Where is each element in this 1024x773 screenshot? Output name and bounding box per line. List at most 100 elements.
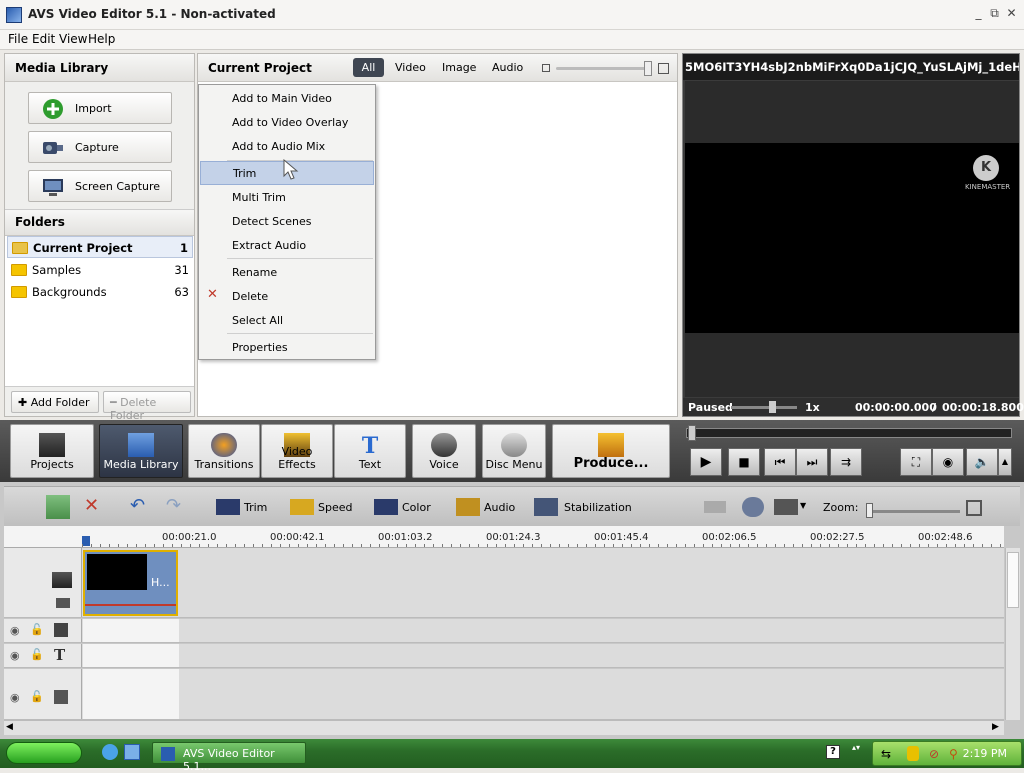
filter-image[interactable]: Image — [442, 61, 476, 74]
disc-menu-button[interactable]: Disc Menu — [482, 424, 546, 478]
main-video-track[interactable]: H... — [4, 548, 1004, 618]
filter-all[interactable]: All — [353, 58, 384, 77]
eye-icon[interactable]: ◉ — [10, 691, 20, 704]
menu-delete[interactable]: Delete — [200, 285, 374, 309]
media-library-button[interactable]: Media Library — [99, 424, 183, 478]
eye-icon[interactable]: ◉ — [10, 649, 20, 662]
next-frame-icon[interactable]: ⏭ — [796, 448, 828, 476]
tray-expand-icon[interactable]: ▴▾ — [852, 743, 860, 752]
snapshot-camera-icon[interactable]: ◉ — [932, 448, 964, 476]
fit-timeline-icon[interactable] — [966, 500, 982, 516]
stabilization-icon[interactable] — [534, 498, 558, 516]
large-thumb-icon[interactable] — [658, 63, 669, 74]
trim-icon[interactable] — [216, 499, 240, 515]
filter-audio[interactable]: Audio — [492, 61, 523, 74]
search-icon[interactable]: ⚲ — [949, 747, 958, 761]
speed-slider-handle[interactable] — [769, 401, 776, 413]
stop-icon[interactable]: ■ — [728, 448, 760, 476]
menu-view[interactable]: View — [59, 32, 87, 46]
add-folder-button[interactable]: ✚ Add Folder — [11, 391, 99, 413]
capture-button[interactable]: Capture — [28, 131, 172, 163]
show-desktop-icon[interactable] — [124, 744, 140, 760]
voice-button[interactable]: Voice — [412, 424, 476, 478]
display-icon[interactable] — [774, 499, 798, 515]
menu-add-to-main-video[interactable]: Add to Main Video — [200, 87, 374, 111]
start-button[interactable] — [6, 742, 82, 764]
menu-file[interactable]: File — [8, 32, 28, 46]
delete-folder-button[interactable]: ━ Delete Folder — [103, 391, 191, 422]
zoom-slider[interactable] — [866, 510, 960, 513]
trim-tool[interactable]: Trim — [244, 501, 267, 525]
folder-samples[interactable]: Samples 31 — [7, 259, 193, 281]
video-effects-button[interactable]: Video Effects — [261, 424, 333, 478]
redo-icon[interactable]: ↷ — [166, 495, 181, 519]
audio-track[interactable]: ◉ 🔓 — [4, 669, 1004, 720]
menu-select-all[interactable]: Select All — [200, 309, 374, 333]
transitions-button[interactable]: Transitions — [188, 424, 260, 478]
filter-video[interactable]: Video — [395, 61, 426, 74]
display-dropdown-icon[interactable]: ▼ — [800, 501, 806, 525]
folder-backgrounds[interactable]: Backgrounds 63 — [7, 281, 193, 303]
menu-rename[interactable]: Rename — [200, 261, 374, 285]
timeline-horizontal-scrollbar[interactable]: ◀ ▶ — [4, 720, 1004, 735]
text-button[interactable]: T Text — [334, 424, 406, 478]
storyboard-icon[interactable] — [704, 501, 726, 513]
menu-extract-audio[interactable]: Extract Audio — [200, 234, 374, 258]
audio-icon[interactable] — [456, 498, 480, 516]
video-clip[interactable]: H... — [83, 550, 178, 616]
text-track[interactable]: ◉ 🔓 T — [4, 644, 1004, 668]
timeline-ruler[interactable]: 00:00:21.0 00:00:42.1 00:01:03.2 00:01:2… — [82, 526, 1004, 548]
produce-button[interactable]: Produce... — [552, 424, 670, 478]
taskbar-avs-item[interactable]: AVS Video Editor 5.1... — [152, 742, 306, 773]
menu-multi-trim[interactable]: Multi Trim — [200, 186, 374, 210]
timeline-vertical-scrollbar[interactable] — [1005, 548, 1020, 720]
minimize-icon[interactable]: _ — [972, 7, 985, 20]
close-icon[interactable]: ✕ — [1005, 7, 1018, 20]
import-button[interactable]: Import — [28, 92, 172, 124]
vertical-scroll-thumb[interactable] — [1007, 552, 1019, 608]
menu-properties[interactable]: Properties — [200, 336, 374, 360]
menu-help[interactable]: Help — [88, 32, 115, 46]
color-tool[interactable]: Color — [402, 501, 431, 525]
small-thumb-icon[interactable] — [542, 64, 550, 72]
zoom-slider-handle[interactable] — [866, 503, 873, 518]
screen-capture-button[interactable]: Screen Capture — [28, 170, 172, 202]
menu-detect-scenes[interactable]: Detect Scenes — [200, 210, 374, 234]
scroll-left-icon[interactable]: ◀ — [6, 722, 13, 732]
thumbnail-size-slider[interactable] — [556, 67, 650, 70]
overlay-track[interactable]: ◉ 🔓 — [4, 619, 1004, 643]
undo-icon[interactable]: ↶ — [130, 495, 145, 519]
volume-dropdown-icon[interactable]: ▲ — [998, 448, 1012, 476]
speed-icon[interactable] — [290, 499, 314, 515]
speed-tool[interactable]: Speed — [318, 501, 352, 525]
volume-icon[interactable]: 🔈 — [966, 448, 998, 476]
slider-handle[interactable] — [644, 61, 652, 76]
folder-current-project[interactable]: Current Project 1 — [7, 236, 193, 258]
security-shield-icon[interactable] — [907, 746, 919, 761]
seek-handle[interactable] — [688, 425, 696, 441]
webcam-icon[interactable] — [742, 497, 764, 517]
lock-icon[interactable]: 🔓 — [30, 648, 44, 661]
audio-tool[interactable]: Audio — [484, 501, 515, 525]
internet-explorer-icon[interactable] — [102, 744, 118, 760]
split-clip-icon[interactable]: ⇉ — [830, 448, 862, 476]
seek-bar[interactable] — [686, 428, 1012, 438]
fullscreen-icon[interactable]: ⛶ — [900, 448, 932, 476]
menu-add-to-video-overlay[interactable]: Add to Video Overlay — [200, 111, 374, 135]
menu-edit[interactable]: Edit — [32, 32, 55, 46]
lock-icon[interactable]: 🔓 — [30, 623, 44, 636]
prev-frame-icon[interactable]: ⏮ — [764, 448, 796, 476]
projects-button[interactable]: Projects — [10, 424, 94, 478]
lock-icon[interactable]: 🔓 — [30, 690, 44, 703]
eye-icon[interactable]: ◉ — [10, 624, 20, 637]
stabilization-tool[interactable]: Stabilization — [564, 501, 632, 525]
play-icon[interactable]: ▶ — [690, 448, 722, 476]
network-icon[interactable]: ⇆ — [881, 747, 891, 761]
help-icon[interactable]: ? — [826, 745, 840, 759]
scroll-right-icon[interactable]: ▶ — [992, 722, 999, 732]
add-media-icon[interactable] — [46, 495, 70, 519]
restore-icon[interactable]: ⧉ — [988, 7, 1001, 20]
alert-icon[interactable]: ⊘ — [929, 747, 939, 761]
speed-slider[interactable] — [731, 406, 797, 409]
color-icon[interactable] — [374, 499, 398, 515]
